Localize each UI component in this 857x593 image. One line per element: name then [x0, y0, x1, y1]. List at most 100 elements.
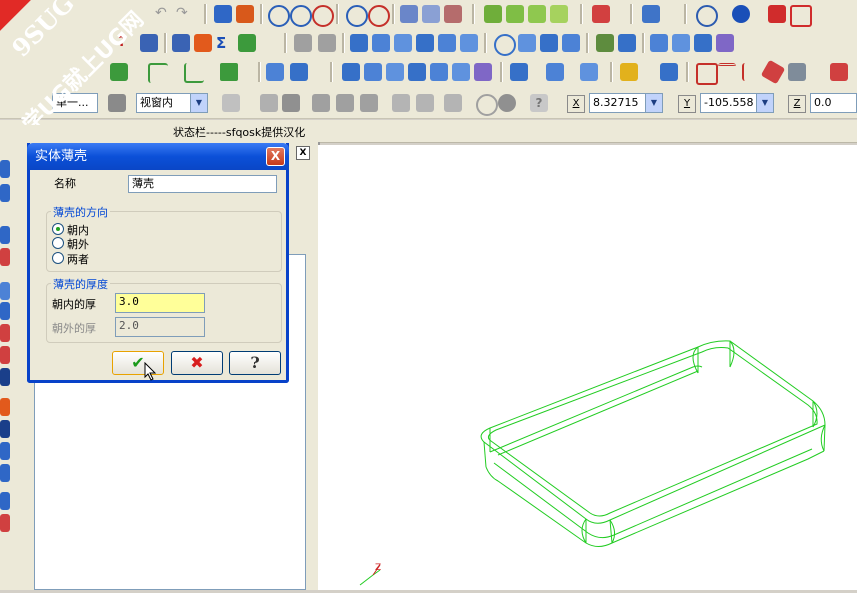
side-panel-close-button[interactable]: X	[296, 146, 310, 160]
help-button[interactable]: ?	[229, 351, 281, 375]
shape-icon[interactable]	[790, 5, 812, 27]
tool-icon[interactable]	[0, 464, 10, 482]
tool-icon[interactable]	[364, 63, 382, 81]
sphere-icon[interactable]	[732, 5, 750, 23]
tool-icon[interactable]	[694, 34, 712, 52]
selection-filter-select[interactable]: 单一...	[52, 93, 98, 113]
tool-icon[interactable]	[788, 63, 806, 81]
tool-icon[interactable]	[194, 34, 212, 52]
inner-thickness-field[interactable]: 3.0	[115, 293, 205, 313]
coord-z-field[interactable]: 0.0	[810, 93, 857, 113]
sum-icon[interactable]: Σ	[216, 34, 234, 52]
tool-icon[interactable]	[0, 492, 10, 510]
tool-icon[interactable]	[562, 34, 580, 52]
tool-icon[interactable]	[0, 368, 10, 386]
tool-icon[interactable]	[282, 94, 300, 112]
view-tool-icon[interactable]	[444, 5, 462, 23]
tool-icon[interactable]	[386, 63, 404, 81]
cylinder-icon[interactable]	[220, 63, 238, 81]
cube-view-icon[interactable]	[550, 5, 568, 23]
tool-icon[interactable]	[0, 302, 10, 320]
view-tool-icon[interactable]	[422, 5, 440, 23]
render-style-icon[interactable]	[592, 5, 610, 23]
tool-icon[interactable]	[672, 34, 690, 52]
tool-icon[interactable]	[350, 34, 368, 52]
tool-icon[interactable]	[742, 63, 762, 81]
tool-icon[interactable]	[342, 63, 360, 81]
tool-icon[interactable]	[510, 63, 528, 81]
grid-icon[interactable]	[696, 63, 718, 85]
tool-icon[interactable]	[416, 34, 434, 52]
direction-radio-outward[interactable]	[52, 237, 64, 249]
zoom-window-icon[interactable]	[290, 5, 312, 27]
direction-radio-both[interactable]	[52, 252, 64, 264]
tool-icon[interactable]	[716, 34, 734, 52]
redo-icon[interactable]: ↷	[176, 5, 194, 23]
cube-view-icon[interactable]	[506, 5, 524, 23]
tool-icon[interactable]	[430, 63, 448, 81]
tool-icon[interactable]	[438, 34, 456, 52]
curve-icon[interactable]	[148, 63, 168, 83]
filter-gear-icon[interactable]	[108, 94, 126, 112]
globe-icon[interactable]	[696, 5, 718, 27]
tool-icon[interactable]	[830, 63, 848, 81]
tool-icon[interactable]	[474, 63, 492, 81]
shape-icon[interactable]	[768, 5, 786, 23]
tool-icon[interactable]	[372, 34, 390, 52]
zoom-fit-icon[interactable]	[268, 5, 290, 27]
zoom-in-icon[interactable]	[312, 5, 334, 27]
cube-view-icon[interactable]	[528, 5, 546, 23]
tool-icon[interactable]	[540, 34, 558, 52]
tool-icon[interactable]	[0, 346, 10, 364]
help-icon[interactable]: ?	[530, 94, 548, 112]
list-icon[interactable]	[718, 63, 736, 84]
zoom-out-icon[interactable]	[368, 5, 390, 27]
tool-icon[interactable]	[0, 514, 10, 532]
coord-x-field[interactable]: 8.32715 ▼	[589, 93, 663, 113]
tool-icon[interactable]	[460, 34, 478, 52]
dialog-close-button[interactable]: X	[266, 147, 285, 166]
outer-thickness-field[interactable]: 2.0	[115, 317, 205, 337]
view-tool-icon[interactable]	[400, 5, 418, 23]
tool-icon[interactable]	[546, 63, 564, 81]
undo-icon[interactable]: ↶	[155, 5, 173, 23]
tool-icon[interactable]	[0, 324, 10, 342]
tool-icon[interactable]	[0, 160, 10, 178]
tool-icon[interactable]	[0, 398, 10, 416]
help-tool-icon[interactable]: ?	[118, 34, 136, 52]
cube-view-icon[interactable]	[484, 5, 502, 23]
tool-icon[interactable]	[660, 63, 678, 81]
direction-radio-inward[interactable]	[52, 223, 64, 235]
coord-y-field[interactable]: -105.558 ▼	[700, 93, 774, 113]
cursor-select-icon[interactable]	[260, 94, 278, 112]
tool-icon[interactable]	[140, 34, 158, 52]
pencil-icon[interactable]	[760, 59, 786, 85]
tool-icon[interactable]	[290, 63, 308, 81]
tool-icon[interactable]	[408, 63, 426, 81]
tool-icon[interactable]	[596, 34, 614, 52]
tool-icon[interactable]	[110, 63, 128, 81]
tool-icon[interactable]	[494, 34, 516, 56]
tool-icon[interactable]	[452, 63, 470, 81]
tool-icon[interactable]	[0, 420, 10, 438]
view-scope-select[interactable]: 视窗内 ▼	[136, 93, 208, 113]
tool-icon[interactable]	[0, 184, 10, 202]
tool-icon[interactable]	[172, 34, 190, 52]
tool-icon[interactable]	[650, 34, 668, 52]
tool-icon[interactable]	[394, 34, 412, 52]
rotate-icon[interactable]	[236, 5, 254, 23]
tool-icon[interactable]	[0, 248, 10, 266]
zoom-icon[interactable]	[346, 5, 368, 27]
tool-icon[interactable]	[238, 34, 256, 52]
tool-icon[interactable]	[618, 34, 636, 52]
line-icon[interactable]	[184, 63, 204, 83]
light-icon[interactable]	[620, 63, 638, 81]
tool-icon[interactable]	[0, 442, 10, 460]
tool-icon[interactable]	[580, 63, 598, 81]
graphics-viewport[interactable]: Z	[318, 145, 857, 590]
layer-icon[interactable]	[642, 5, 660, 23]
tool-icon[interactable]	[0, 226, 10, 244]
cancel-button[interactable]: ✖	[171, 351, 223, 375]
tool-icon[interactable]	[518, 34, 536, 52]
name-field[interactable]: 薄壳	[128, 175, 277, 193]
